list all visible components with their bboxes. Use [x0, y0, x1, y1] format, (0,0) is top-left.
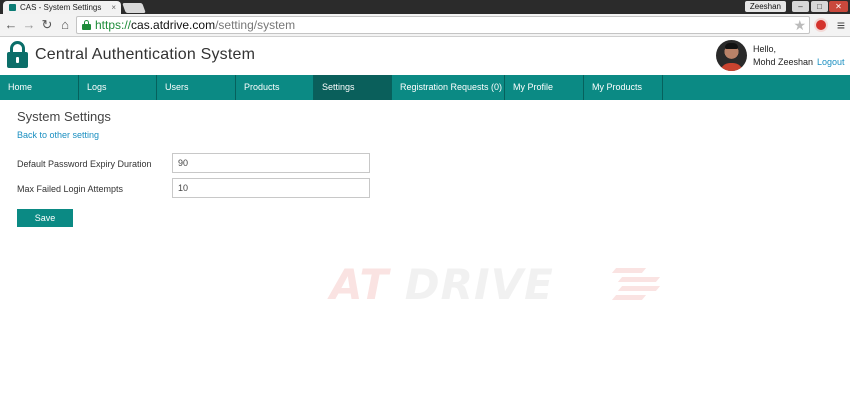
- save-button[interactable]: Save: [17, 209, 73, 227]
- password-expiry-input[interactable]: [172, 153, 370, 173]
- username-text: Mohd Zeeshan: [753, 57, 814, 67]
- secure-lock-icon: [82, 20, 91, 30]
- lock-favicon-icon: [9, 4, 16, 11]
- app-header: Central Authentication System Hello, Moh…: [0, 37, 850, 75]
- browser-tab[interactable]: CAS - System Settings ×: [3, 1, 121, 14]
- browser-profile-button[interactable]: Zeeshan: [744, 1, 786, 12]
- close-window-icon[interactable]: ✕: [829, 1, 848, 12]
- avatar: [716, 40, 747, 71]
- chevron-stripes-icon: [610, 268, 665, 300]
- nav-item-logs[interactable]: Logs: [79, 75, 157, 100]
- nav-item-my-profile[interactable]: My Profile: [505, 75, 584, 100]
- browser-toolbar: ← → ↻ ⌂ https://cas.atdrive.com/setting/…: [0, 14, 850, 37]
- nav-item-home[interactable]: Home: [0, 75, 79, 100]
- max-failed-login-input[interactable]: [172, 178, 370, 198]
- nav-item-my-products[interactable]: My Products: [584, 75, 663, 100]
- address-bar[interactable]: https://cas.atdrive.com/setting/system: [76, 16, 810, 34]
- nav-item-settings[interactable]: Settings: [314, 75, 392, 100]
- greeting-text: Hello,: [753, 44, 777, 54]
- main-nav: Home Logs Users Products Settings Regist…: [0, 75, 850, 100]
- back-to-settings-link[interactable]: Back to other setting: [17, 130, 99, 140]
- page-title: System Settings: [17, 109, 111, 124]
- nav-item-users[interactable]: Users: [157, 75, 236, 100]
- maximize-icon[interactable]: □: [811, 1, 828, 12]
- forward-arrow-icon[interactable]: →: [21, 17, 37, 33]
- browser-tab-strip: CAS - System Settings × Zeeshan – □ ✕: [0, 0, 850, 14]
- browser-menu-icon[interactable]: ≡: [837, 17, 845, 33]
- extension-icon[interactable]: [814, 18, 828, 32]
- logout-link[interactable]: Logout: [817, 57, 845, 67]
- padlock-logo-icon: [7, 41, 28, 68]
- reload-icon[interactable]: ↻: [39, 17, 55, 33]
- back-arrow-icon[interactable]: ←: [3, 17, 19, 33]
- home-icon[interactable]: ⌂: [57, 17, 73, 33]
- tab-close-icon[interactable]: ×: [111, 3, 116, 12]
- url-text: https://cas.atdrive.com/setting/system: [95, 18, 296, 32]
- app-title: Central Authentication System: [35, 46, 256, 63]
- bookmark-star-icon[interactable]: ★: [793, 17, 806, 33]
- nav-item-products[interactable]: Products: [236, 75, 314, 100]
- tab-title: CAS - System Settings: [20, 3, 102, 12]
- password-expiry-label: Default Password Expiry Duration: [17, 159, 152, 169]
- minimize-icon[interactable]: –: [792, 1, 809, 12]
- atdrive-watermark-logo: AT DRIVE: [330, 262, 665, 307]
- nav-item-registration-requests[interactable]: Registration Requests (0): [392, 75, 505, 100]
- new-tab-button[interactable]: [122, 3, 146, 13]
- max-failed-login-label: Max Failed Login Attempts: [17, 184, 124, 194]
